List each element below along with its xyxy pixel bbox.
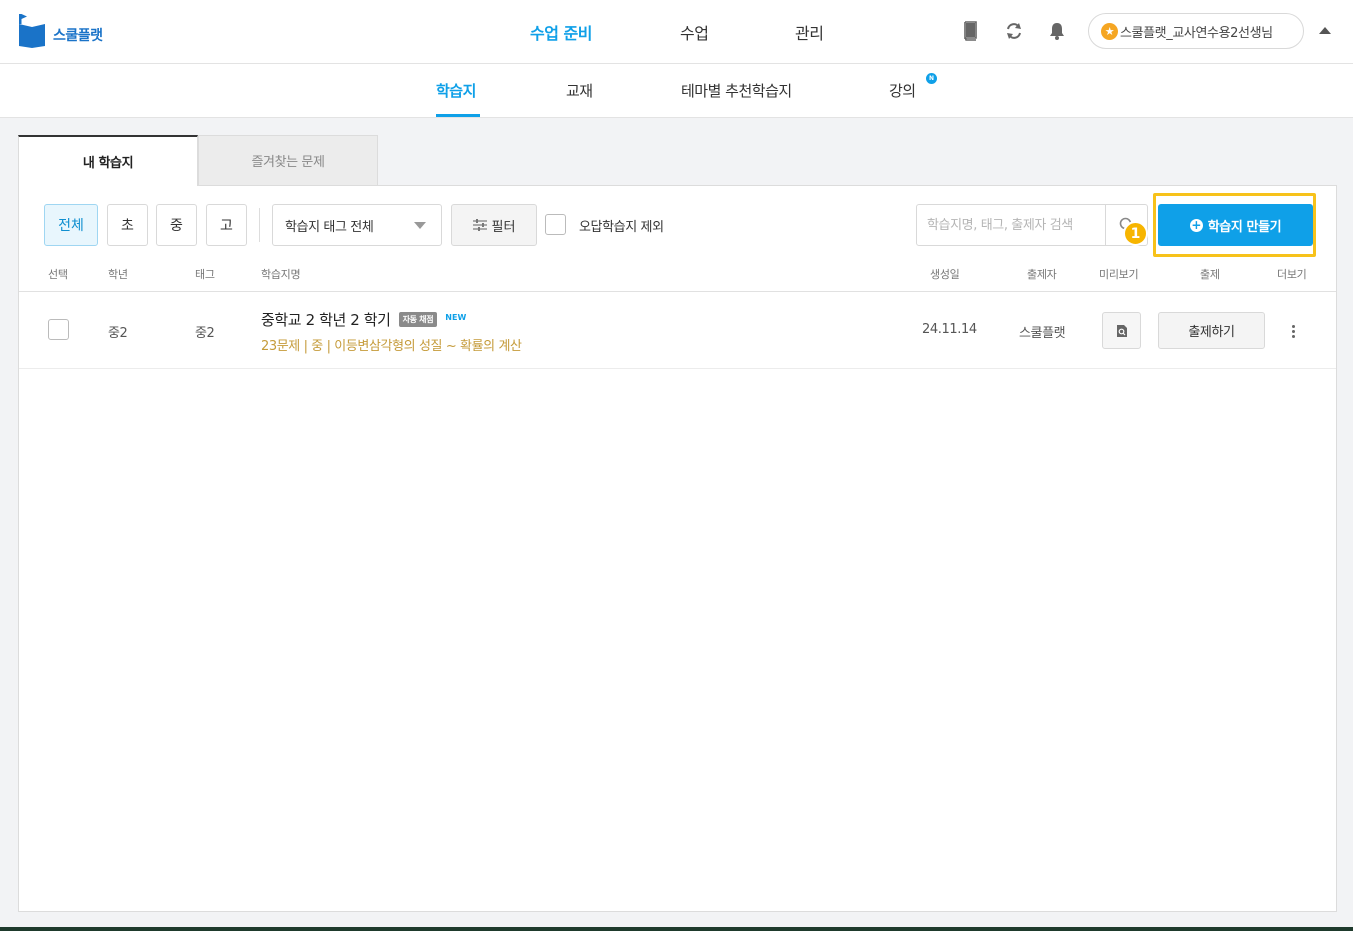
header-grade: 학년: [108, 268, 128, 281]
top-header: 스쿨플랫 수업 준비 수업 관리 ★ 스쿨플랫_교사연수용2선생님: [0, 0, 1353, 64]
logo[interactable]: 스쿨플랫: [18, 14, 103, 48]
row-tag: 중2: [195, 326, 215, 341]
sliders-icon: [472, 219, 487, 231]
active-tab-underline: [436, 114, 480, 117]
star-icon: ★: [1101, 22, 1118, 40]
header-author: 출제자: [1027, 268, 1057, 281]
subnav-item-textbook[interactable]: 교재: [566, 80, 593, 101]
topnav-item-class[interactable]: 수업: [680, 20, 709, 44]
header-assign: 출제: [1200, 268, 1220, 281]
level-elementary-button[interactable]: 초: [107, 204, 148, 246]
level-high-button[interactable]: 고: [206, 204, 247, 246]
worksheet-meta: 23문제 | 중 | 이등변삼각형의 성질 ~ 확률의 계산: [261, 339, 522, 354]
row-select-checkbox[interactable]: [48, 319, 69, 340]
step-number-badge: 1: [1123, 221, 1148, 246]
search-box: [916, 204, 1148, 246]
search-input[interactable]: [917, 205, 1106, 245]
header-tag: 태그: [195, 268, 215, 281]
exclude-wrong-label: 오답학습지 제외: [579, 220, 664, 235]
subnav-item-worksheet[interactable]: 학습지: [436, 80, 476, 101]
header-preview: 미리보기: [1099, 268, 1139, 281]
bottom-strip: [0, 927, 1353, 931]
subnav-item-theme-recommend[interactable]: 테마별 추천학습지: [681, 80, 792, 101]
auto-grading-badge: 자동 채점: [398, 312, 438, 327]
tag-select-value: 학습지 태그 전체: [285, 219, 374, 235]
worksheet-panel: 전체 초 중 고 학습지 태그 전체 필터 오답학습지 제외 학습지명, 태그,…: [18, 185, 1337, 912]
row-created-date: 24.11.14: [922, 322, 977, 337]
create-worksheet-button[interactable]: + 학습지 만들기: [1158, 204, 1313, 246]
user-menu[interactable]: ★ 스쿨플랫_교사연수용2선생님: [1088, 13, 1304, 49]
level-all-button[interactable]: 전체: [44, 204, 98, 246]
topnav-item-manage[interactable]: 관리: [795, 20, 824, 44]
brand-name: 스쿨플랫: [53, 28, 103, 44]
level-middle-button[interactable]: 중: [156, 204, 197, 246]
header-worksheet-name: 학습지명: [261, 268, 301, 281]
tab-favorite-questions[interactable]: 즐겨찾는 문제: [198, 135, 378, 186]
book-icon[interactable]: [959, 20, 981, 42]
worksheet-title: 중학교 2 학년 2 학기: [261, 311, 391, 329]
flag-logo-icon: [18, 14, 46, 48]
assign-button[interactable]: 출제하기: [1158, 312, 1265, 349]
exclude-wrong-checkbox[interactable]: [545, 214, 566, 235]
user-name: 스쿨플랫_교사연수용2선생님: [1120, 25, 1273, 41]
filter-label: 필터: [491, 219, 516, 235]
bell-icon[interactable]: [1046, 20, 1068, 42]
plus-circle-icon: +: [1189, 218, 1203, 232]
new-badge: NEW: [445, 313, 467, 322]
more-vertical-icon[interactable]: [1287, 320, 1299, 342]
subnav-item-lecture[interactable]: 강의: [889, 80, 916, 101]
refresh-icon[interactable]: [1003, 20, 1025, 42]
row-author: 스쿨플랫: [1019, 326, 1066, 341]
header-more: 더보기: [1277, 268, 1307, 281]
caret-up-icon[interactable]: [1319, 27, 1331, 34]
tab-my-worksheets[interactable]: 내 학습지: [18, 135, 198, 186]
header-created: 생성일: [930, 268, 960, 281]
row-grade: 중2: [108, 326, 128, 341]
topnav-item-class-prep[interactable]: 수업 준비: [530, 20, 592, 44]
create-worksheet-label: 학습지 만들기: [1207, 219, 1282, 235]
chevron-down-icon: [414, 222, 426, 229]
sub-nav: 학습지 교재 테마별 추천학습지 강의 N: [0, 64, 1353, 118]
divider: [259, 208, 260, 242]
header-select: 선택: [48, 268, 68, 281]
preview-button[interactable]: [1102, 312, 1141, 349]
toolbar: 전체 초 중 고 학습지 태그 전체 필터 오답학습지 제외 학습지명, 태그,…: [19, 186, 1336, 266]
table-row[interactable]: 중2 중2 중학교 2 학년 2 학기 자동 채점 NEW 23문제 | 중 |…: [19, 292, 1336, 369]
tag-select[interactable]: 학습지 태그 전체: [272, 204, 442, 246]
new-badge: N: [926, 73, 937, 84]
worksheet-title-line[interactable]: 중학교 2 학년 2 학기 자동 채점 NEW: [261, 309, 466, 330]
filter-button[interactable]: 필터: [451, 204, 537, 246]
document-search-icon: [1116, 324, 1127, 337]
